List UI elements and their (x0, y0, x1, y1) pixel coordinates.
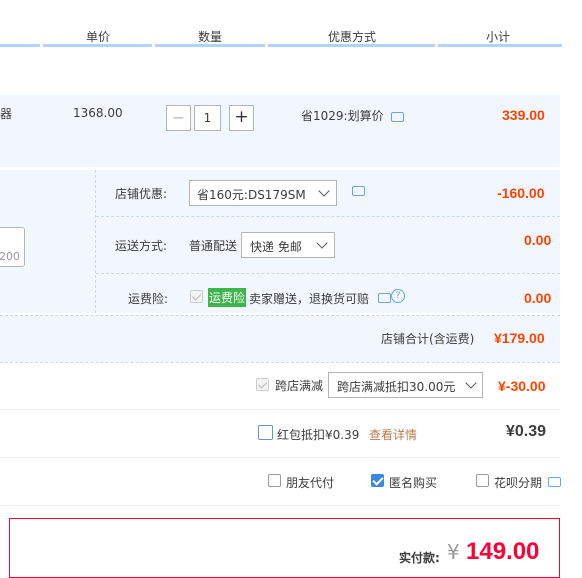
anonymous-checkbox[interactable] (371, 474, 384, 487)
header-divider (0, 44, 40, 47)
qty-plus-button[interactable]: + (229, 105, 254, 131)
chevron-down-icon (318, 185, 330, 197)
item-title[interactable]: 器 (0, 105, 12, 122)
shop-coupon-label: 店铺优惠: (115, 187, 168, 201)
quantity-stepper: − 1 + (166, 105, 256, 131)
cross-store-select[interactable]: 跨店满减抵扣30.00元 (328, 372, 483, 398)
huabei-checkbox[interactable] (476, 474, 489, 487)
divider (0, 362, 560, 363)
col-header-discount: 优惠方式 (328, 30, 377, 44)
insurance-label: 运费险: (128, 292, 169, 306)
insurance-amount: 0.00 (524, 290, 552, 306)
friend-pay-checkbox[interactable] (268, 474, 281, 487)
anonymous-label: 匿名购买 (389, 476, 438, 490)
shop-total-label: 店铺合计(含运费) (381, 332, 475, 346)
shipping-select[interactable]: 快递 免邮 (241, 232, 335, 258)
huabei-label: 花呗分期 (494, 476, 543, 490)
col-header-subtotal: 小计 (486, 30, 511, 44)
cross-store-amount: ¥-30.00 (498, 378, 546, 394)
divider (0, 457, 560, 458)
divider (96, 216, 560, 217)
redpacket-checkbox[interactable] (258, 425, 273, 440)
divider (96, 273, 560, 274)
qty-input[interactable]: 1 (194, 105, 221, 131)
message-textarea[interactable]: 200 (0, 227, 25, 267)
divider (0, 505, 560, 506)
help-icon[interactable]: ? (391, 289, 405, 303)
shipping-value: 快递 免邮 (250, 240, 302, 254)
cross-store-label: 跨店满减 (275, 379, 324, 393)
shipping-label: 运送方式: (115, 239, 168, 253)
check-icon (257, 379, 268, 389)
shop-coupon-select[interactable]: 省160元:DS179SM (189, 180, 337, 206)
message-icon[interactable] (352, 186, 365, 196)
item-subtotal: 339.00 (502, 107, 545, 123)
redpacket-detail-link[interactable]: 查看详情 (369, 426, 417, 443)
divider (95, 170, 97, 313)
insurance-tag: 运费险 (208, 288, 247, 307)
item-unit-price: 1368.00 (73, 106, 123, 120)
check-icon (372, 474, 384, 486)
payment-amount: 149.00 (466, 538, 540, 565)
textarea-counter: 200 (0, 250, 20, 263)
insurance-desc: 卖家赠送，退换货可赔 (249, 292, 370, 306)
message-icon[interactable] (548, 477, 561, 487)
cross-store-value: 跨店满减抵扣30.00元 (337, 380, 456, 394)
qty-minus-button[interactable]: − (166, 105, 191, 131)
col-header-price: 单价 (86, 30, 111, 44)
chevron-down-icon (465, 377, 477, 389)
payment-label: 实付款: (399, 551, 440, 565)
chevron-down-icon (316, 237, 328, 249)
payment-currency: ¥ (447, 540, 460, 564)
col-header-qty: 数量 (198, 30, 223, 44)
friend-pay-label: 朋友代付 (286, 476, 335, 490)
shipping-type: 普通配送 (189, 239, 238, 253)
message-icon[interactable] (378, 293, 391, 303)
payment-box: 实付款: ¥ 149.00 (9, 518, 560, 578)
shop-total-value: ¥179.00 (494, 330, 545, 346)
check-icon (191, 291, 202, 301)
shipping-amount: 0.00 (524, 232, 552, 248)
shop-total-row: 店铺合计(含运费) ¥179.00 (0, 316, 560, 362)
divider (0, 409, 560, 410)
message-icon[interactable] (391, 112, 404, 122)
redpacket-label: 红包抵扣¥0.39 (277, 428, 360, 442)
item-row: 器 1368.00 − 1 + 省1029:划算价 339.00 (0, 95, 560, 167)
item-promo: 省1029:划算价 (301, 109, 384, 123)
shop-options: 200 店铺优惠: 省160元:DS179SM -160.00 运送方式: 普通… (0, 170, 560, 313)
cross-store-checkbox[interactable] (256, 378, 269, 391)
shop-coupon-amount: -160.00 (497, 185, 545, 201)
redpacket-amount: ¥0.39 (506, 423, 547, 440)
shop-coupon-value: 省160元:DS179SM (197, 188, 306, 202)
insurance-checkbox[interactable] (190, 290, 203, 303)
